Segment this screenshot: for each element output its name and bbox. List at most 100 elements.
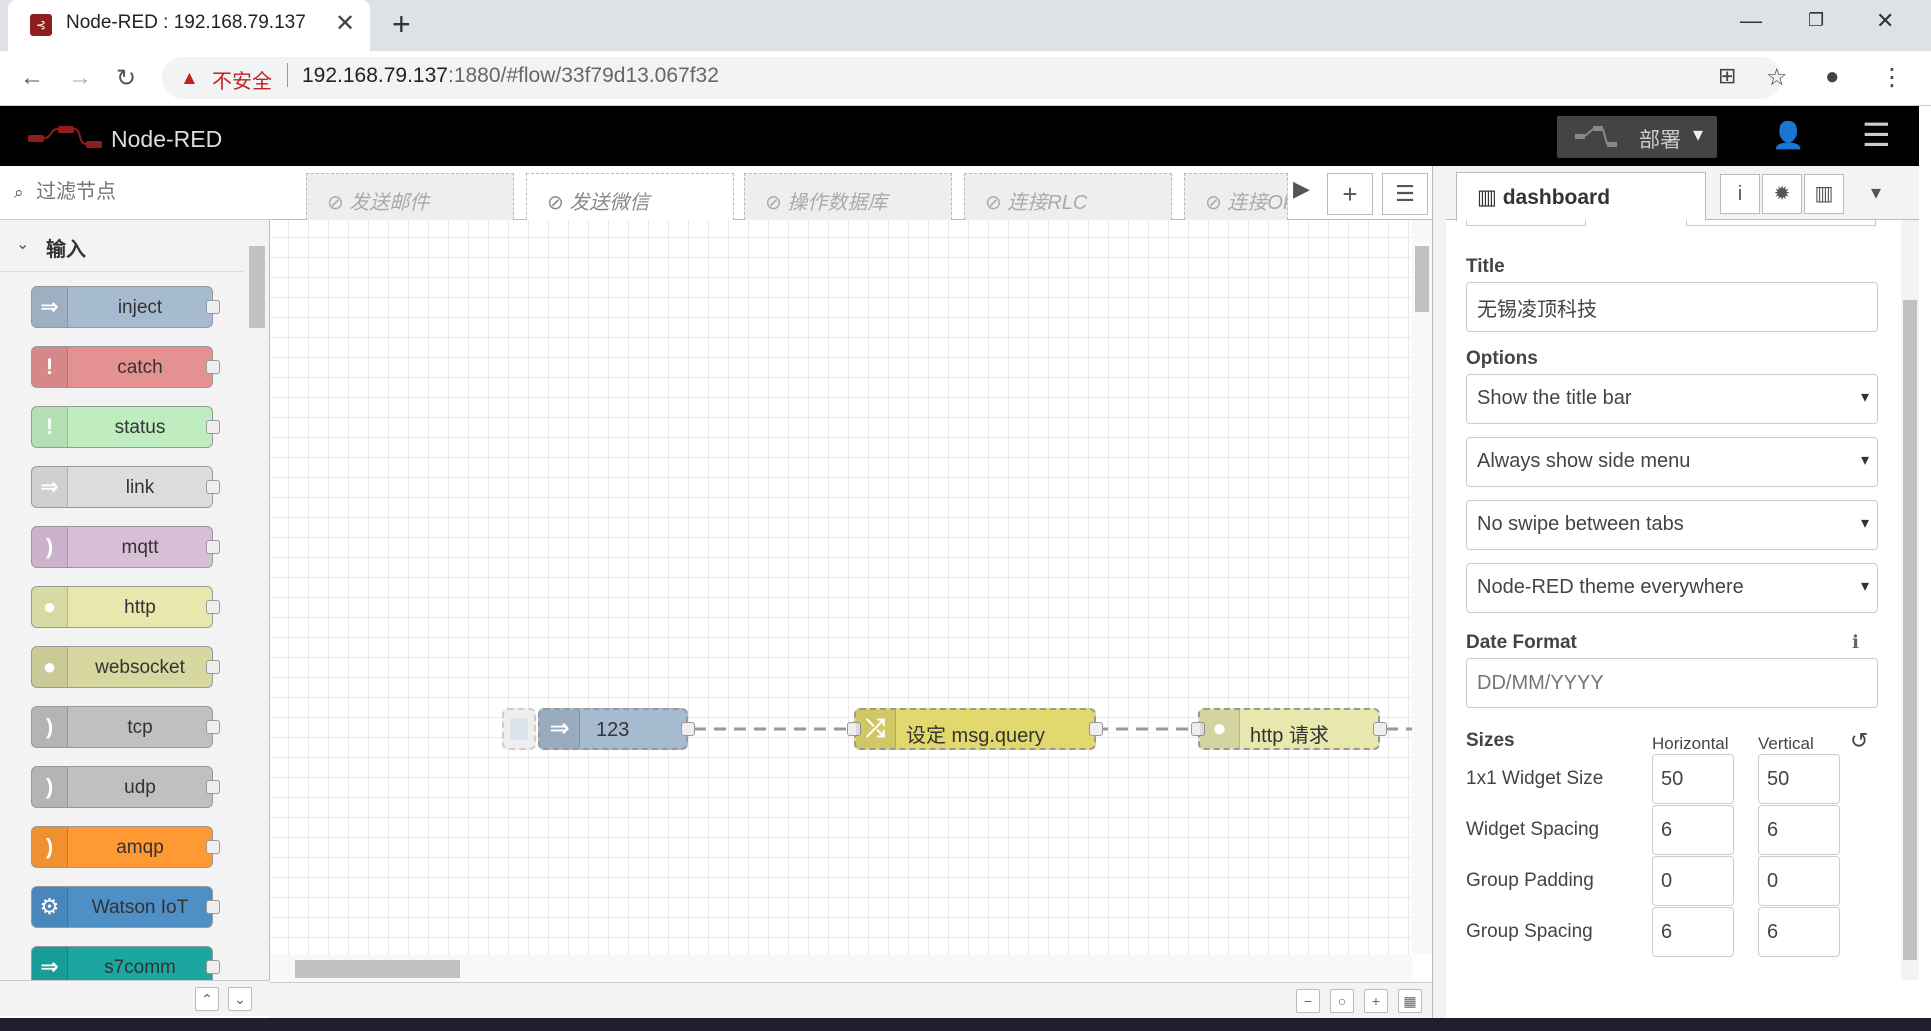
- reload-button[interactable]: ↻: [116, 64, 136, 93]
- zoom-in-button[interactable]: +: [1364, 989, 1388, 1013]
- deploy-dropdown-icon[interactable]: ▾: [1693, 122, 1703, 147]
- forward-button[interactable]: →: [68, 64, 92, 92]
- flow-canvas[interactable]: ⇒ 123 ⤮ 设定 msg.query ● http 请求: [270, 220, 1412, 954]
- debug-icon[interactable]: ✹: [1762, 174, 1802, 214]
- tab-close-icon[interactable]: ✕: [335, 9, 355, 38]
- canvas-horizontal-scrollbar[interactable]: [270, 954, 1412, 982]
- zoom-reset-button[interactable]: ○: [1330, 989, 1354, 1013]
- canvas-horizontal-thumb[interactable]: [295, 960, 460, 978]
- palette-node-watson-iot[interactable]: ⚙ Watson IoT: [31, 886, 220, 928]
- tab-flow-email[interactable]: ⊘ 发送邮件: [306, 173, 514, 220]
- tab-flow-opc[interactable]: ⊘ 连接OPC: [1184, 173, 1288, 220]
- output-port[interactable]: [1089, 722, 1103, 736]
- filter-nodes-input[interactable]: [36, 181, 256, 204]
- palette-node-status[interactable]: ! status: [31, 406, 220, 448]
- palette-node-link[interactable]: ⇒ link: [31, 466, 220, 508]
- tab-dashboard[interactable]: ▥ dashboard: [1456, 172, 1706, 221]
- new-tab-button[interactable]: +: [392, 6, 411, 43]
- sidebar-dropdown-icon[interactable]: ▾: [1856, 174, 1896, 214]
- palette-node-inject[interactable]: ⇒ inject: [31, 286, 220, 328]
- group-padding-horizontal[interactable]: [1652, 856, 1734, 906]
- output-port: [206, 660, 220, 674]
- palette-node-tcp[interactable]: ) tcp: [31, 706, 220, 748]
- select-caret-icon: ▾: [1860, 452, 1869, 469]
- output-port[interactable]: [681, 722, 695, 736]
- palette-node-udp[interactable]: ) udp: [31, 766, 220, 808]
- palette-node-icon: ⇒: [32, 467, 68, 507]
- palette-node-mqtt[interactable]: ) mqtt: [31, 526, 220, 568]
- flow-list-button[interactable]: ☰: [1382, 173, 1428, 215]
- insecure-label[interactable]: 不安全: [212, 65, 272, 94]
- info-icon[interactable]: i: [1720, 174, 1760, 214]
- deploy-button[interactable]: 部署 ▾: [1557, 116, 1717, 158]
- canvas-vertical-thumb[interactable]: [1415, 246, 1429, 312]
- output-port[interactable]: [1373, 722, 1387, 736]
- swipe-select[interactable]: No swipe between tabs ▾: [1466, 500, 1878, 550]
- add-flow-button[interactable]: +: [1327, 173, 1373, 215]
- sidebar-splitter[interactable]: [1432, 166, 1446, 1018]
- dashboard-tab-icon[interactable]: ▥: [1804, 174, 1844, 214]
- flow-node-inject[interactable]: ⇒ 123: [538, 708, 695, 750]
- tab-scroll-right-icon[interactable]: ▶: [1293, 176, 1310, 202]
- palette-node-http[interactable]: ● http: [31, 586, 220, 628]
- main-menu-icon[interactable]: ☰: [1862, 116, 1891, 154]
- palette-node-icon: ⚙: [32, 887, 68, 927]
- output-port: [206, 480, 220, 494]
- palette-category-label: 输入: [46, 239, 86, 261]
- zoom-out-button[interactable]: −: [1296, 989, 1320, 1013]
- date-format-label: Date Format: [1466, 632, 1577, 653]
- palette-node-icon: ⇒: [32, 287, 68, 327]
- chevron-down-icon: ⌄: [16, 236, 30, 253]
- back-button[interactable]: ←: [20, 64, 44, 92]
- widget-spacing-vertical[interactable]: [1758, 805, 1840, 855]
- palette-scroll-thumb[interactable]: [249, 246, 265, 328]
- tab-flow-wechat[interactable]: ⊘ 发送微信: [526, 173, 734, 220]
- reset-sizes-icon[interactable]: ↺: [1850, 728, 1868, 754]
- output-port: [206, 780, 220, 794]
- sidemenu-select[interactable]: Always show side menu ▾: [1466, 437, 1878, 487]
- widget-size-horizontal[interactable]: [1652, 754, 1734, 804]
- url-text[interactable]: 192.168.79.137:1880/#flow/33f79d13.067f3…: [302, 64, 719, 88]
- info-circle-icon[interactable]: ℹ: [1852, 632, 1859, 653]
- flow-node-change[interactable]: ⤮ 设定 msg.query: [847, 708, 1103, 750]
- palette-node-amqp[interactable]: ) amqp: [31, 826, 220, 868]
- palette-category-header[interactable]: ⌄ 输入: [0, 220, 244, 272]
- translate-icon[interactable]: ⊞: [1718, 63, 1736, 89]
- palette-node-websocket[interactable]: ● websocket: [31, 646, 220, 688]
- account-icon[interactable]: ●: [1825, 63, 1840, 91]
- palette-node-s7comm[interactable]: ⇒ s7comm: [31, 946, 220, 980]
- collapse-all-button[interactable]: ⌃: [195, 987, 219, 1011]
- titlebar-select[interactable]: Show the title bar ▾: [1466, 374, 1878, 424]
- inject-trigger-button[interactable]: [502, 708, 536, 750]
- close-window-button[interactable]: ✕: [1876, 8, 1894, 34]
- browser-menu-icon[interactable]: ⋮: [1880, 63, 1904, 92]
- sidebar-tabs: ▥ dashboard i ✹ ▥ ▾: [1446, 166, 1919, 221]
- tab-flow-rlc[interactable]: ⊘ 连接RLC: [964, 173, 1172, 220]
- title-input[interactable]: [1466, 282, 1878, 332]
- sidebar-scrollbar[interactable]: [1901, 220, 1919, 980]
- palette-node-catch[interactable]: ! catch: [31, 346, 220, 388]
- widget-size-vertical[interactable]: [1758, 754, 1840, 804]
- group-spacing-vertical[interactable]: [1758, 907, 1840, 957]
- navigator-button[interactable]: ▦: [1398, 989, 1422, 1013]
- flow-node-http-request[interactable]: ● http 请求: [1191, 708, 1387, 750]
- tab-flow-database[interactable]: ⊘ 操作数据库: [744, 173, 952, 220]
- palette-node-icon: !: [32, 407, 68, 447]
- sidebar-scroll-thumb[interactable]: [1903, 300, 1917, 960]
- palette-scrollbar[interactable]: [247, 226, 267, 971]
- browser-tab[interactable]: ⊰ Node-RED : 192.168.79.137 ✕: [8, 0, 370, 51]
- restore-window-button[interactable]: ❐: [1808, 10, 1824, 31]
- canvas-vertical-scrollbar[interactable]: [1412, 220, 1432, 954]
- date-format-input[interactable]: [1466, 658, 1878, 708]
- palette-node-icon: ): [32, 827, 68, 867]
- expand-all-button[interactable]: ⌄: [228, 987, 252, 1011]
- widget-spacing-horizontal[interactable]: [1652, 805, 1734, 855]
- user-icon[interactable]: 👤: [1772, 120, 1804, 151]
- node-red-header: Node-RED 部署 ▾ 👤 ☰: [0, 106, 1919, 166]
- theme-select[interactable]: Node-RED theme everywhere ▾: [1466, 563, 1878, 613]
- group-padding-vertical[interactable]: [1758, 856, 1840, 906]
- minimize-window-button[interactable]: —: [1740, 8, 1762, 34]
- node-red-logo-icon: [28, 126, 102, 148]
- bookmark-star-icon[interactable]: ☆: [1766, 63, 1788, 92]
- group-spacing-horizontal[interactable]: [1652, 907, 1734, 957]
